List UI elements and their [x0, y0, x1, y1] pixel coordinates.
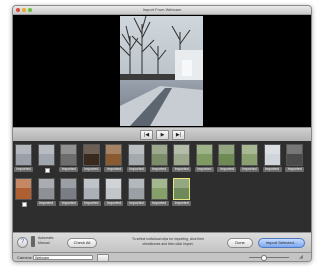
clip-thumbnail[interactable]	[150, 144, 168, 166]
imported-badge: Imported	[285, 167, 305, 172]
clip-checkbox[interactable]	[44, 168, 50, 173]
clip-thumbnail[interactable]	[173, 178, 191, 200]
clip-thumbnail[interactable]	[60, 178, 78, 200]
clip-thumbnail[interactable]	[173, 144, 191, 166]
resize-grip-icon[interactable]: ◢	[299, 254, 307, 261]
clip-thumbnail[interactable]	[60, 144, 78, 166]
clip-thumbnail[interactable]	[286, 144, 304, 166]
imported-badge: Imported	[14, 167, 33, 172]
imported-badge: Imported	[59, 167, 79, 172]
imported-badge: Imported	[149, 167, 169, 172]
imported-badge: Imported	[194, 167, 214, 172]
clip-browser: Imported Imported Imported Imported Imported…	[13, 141, 311, 232]
imported-badge: Imported	[59, 201, 79, 206]
imported-badge: Imported	[262, 167, 282, 172]
done-button[interactable]: Done	[227, 238, 253, 248]
clip-thumbnail[interactable]	[37, 178, 55, 200]
window-title: Import From Webcam	[142, 7, 182, 12]
imported-badge: Imported	[104, 201, 124, 206]
clip-thumbnail[interactable]	[128, 178, 145, 200]
imported-badge: Imported	[240, 167, 259, 172]
clip-thumbnail[interactable]	[150, 178, 168, 200]
import-toolbar: ? Automatic Manual Check All To select i…	[13, 232, 311, 252]
imported-badge: Imported	[149, 201, 169, 206]
play-button[interactable]: ▶	[156, 130, 169, 140]
imported-badge: Imported	[81, 201, 101, 206]
next-clip-button[interactable]: ▶|	[172, 130, 185, 140]
instructions-text: To select individual clips for importing…	[132, 237, 204, 246]
import-window: Import From Webcam |◀ ▶ ▶| Imported Impo…	[12, 5, 312, 262]
imported-badge: Imported	[127, 167, 146, 172]
clip-checkbox[interactable]	[22, 202, 27, 207]
imported-badge: Imported	[36, 201, 56, 206]
video-viewer	[13, 15, 311, 127]
help-button[interactable]: ?	[17, 237, 28, 248]
clip-thumbnail[interactable]	[263, 144, 281, 166]
clip-thumbnail[interactable]	[195, 144, 213, 166]
clip-thumbnail[interactable]	[15, 144, 32, 166]
imported-badge: Imported	[217, 167, 237, 172]
clip-thumbnail[interactable]	[128, 144, 145, 166]
zoom-slider-track[interactable]	[249, 257, 289, 258]
mode-switch[interactable]	[31, 236, 35, 247]
camera-select[interactable]: Webcam	[33, 254, 93, 260]
eject-button[interactable]	[97, 254, 109, 261]
clip-thumbnail[interactable]	[82, 144, 100, 166]
zoom-slider-knob[interactable]	[261, 255, 267, 261]
imported-badge: Imported	[127, 201, 146, 206]
clip-thumbnail[interactable]	[105, 178, 123, 200]
check-all-button[interactable]: Check All	[67, 238, 97, 248]
imported-badge: Imported	[172, 201, 192, 206]
clip-thumbnail[interactable]	[82, 178, 100, 200]
video-frame	[120, 16, 203, 126]
mode-labels: Automatic Manual	[38, 236, 54, 246]
status-bar: Camera: Webcam ◢	[13, 252, 311, 261]
clip-thumbnail[interactable]	[241, 144, 258, 166]
previous-clip-button[interactable]: |◀	[140, 130, 153, 140]
clip-thumbnail[interactable]	[105, 144, 123, 166]
camera-label: Camera:	[17, 255, 33, 260]
clip-thumbnail[interactable]	[15, 178, 32, 200]
imported-badge: Imported	[104, 167, 124, 172]
clip-thumbnail[interactable]	[37, 144, 55, 166]
mode-manual-label: Manual	[38, 241, 50, 245]
clip-thumbnail[interactable]	[218, 144, 236, 166]
import-selected-button[interactable]: Import Selected...	[258, 238, 305, 248]
imported-badge: Imported	[172, 167, 192, 172]
playback-controls: |◀ ▶ ▶|	[13, 127, 311, 142]
imported-badge: Imported	[81, 167, 101, 172]
title-bar[interactable]: Import From Webcam	[13, 6, 311, 15]
